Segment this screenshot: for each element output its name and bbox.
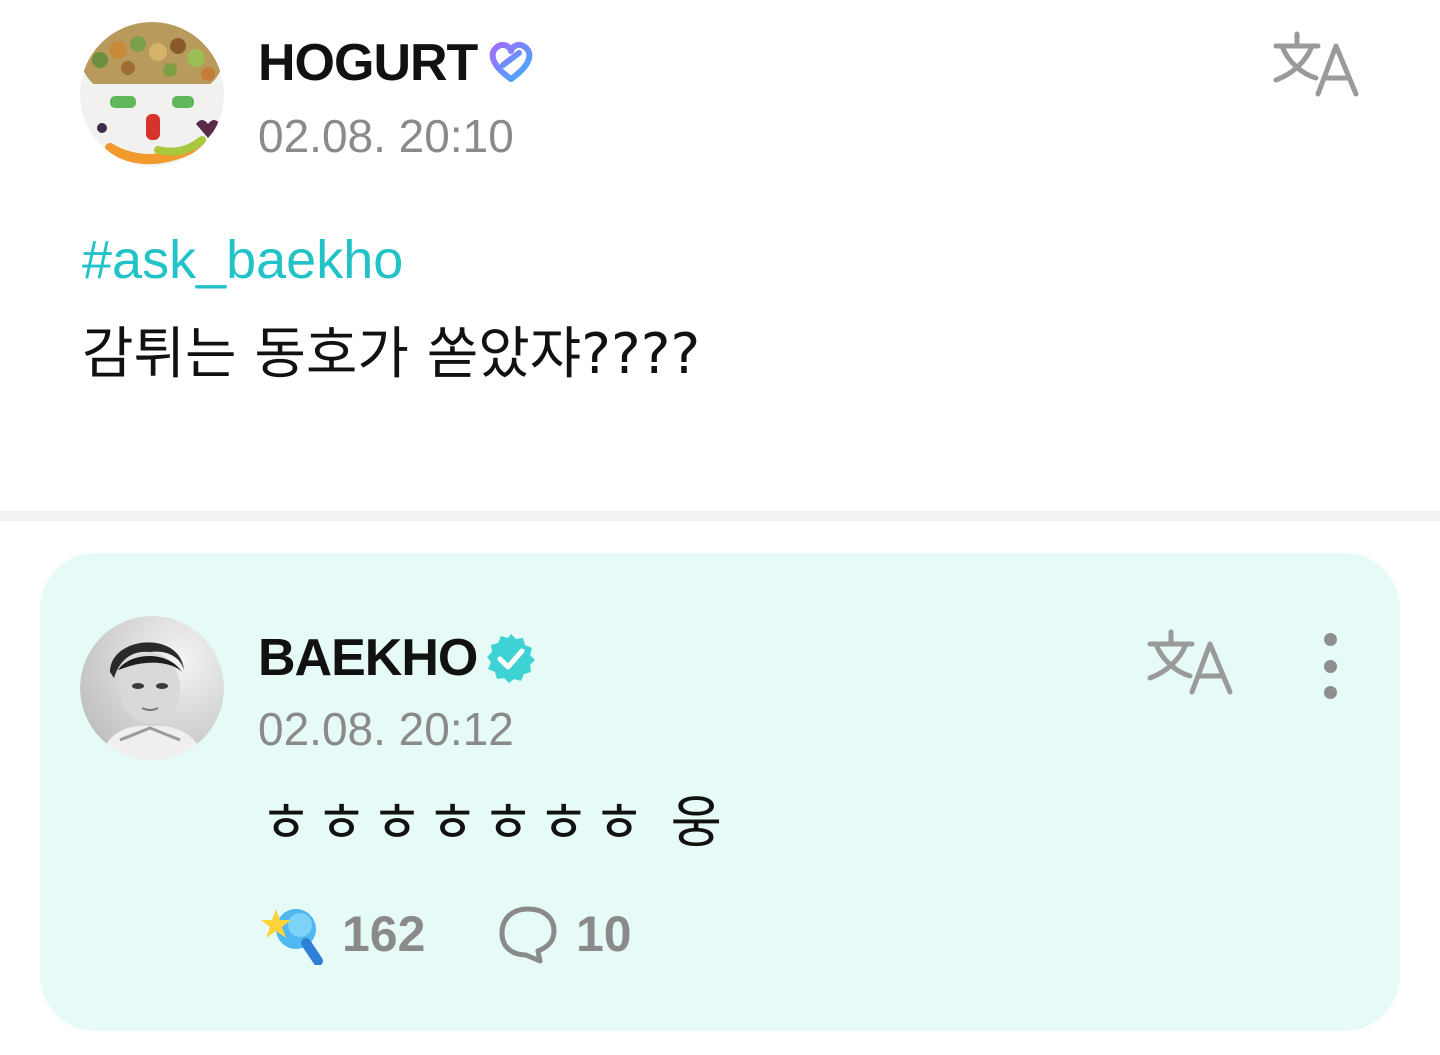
original-post: HOGURT 02.08. 20:10 #ask_baekho 감튀는 동호가 … xyxy=(0,0,1440,510)
yogurt-bowl-avatar-image xyxy=(80,22,224,166)
light-stick-icon xyxy=(261,909,323,965)
portrait-avatar-image xyxy=(80,616,224,760)
post-timestamp: 02.08. 20:10 xyxy=(258,110,514,162)
heart-membership-badge-icon xyxy=(489,41,533,82)
translate-icon[interactable] xyxy=(1146,628,1236,698)
post-body-text: 감튀는 동호가 쏟았쟈???? xyxy=(82,322,701,387)
like-button[interactable]: 162 xyxy=(258,903,425,965)
more-dot xyxy=(1323,633,1337,646)
more-dot xyxy=(1323,659,1337,673)
post-hashtag[interactable]: #ask_baekho xyxy=(82,228,403,292)
more-dot xyxy=(1323,686,1337,699)
reply-author-name[interactable]: BAEKHO xyxy=(258,627,478,689)
section-divider xyxy=(0,511,1440,521)
like-count: 162 xyxy=(342,906,426,962)
verified-badge-icon xyxy=(487,634,536,683)
translate-icon[interactable] xyxy=(1272,30,1362,100)
post-author-row: HOGURT xyxy=(258,32,537,94)
artist-reply-card[interactable]: BAEKHO 02.08. 20:12 ㅎㅎㅎㅎㅎㅎㅎ 웅 162 10 xyxy=(40,553,1400,1031)
more-options-icon[interactable] xyxy=(1310,633,1350,699)
speech-bubble-icon xyxy=(499,906,557,964)
reply-author-row: BAEKHO xyxy=(258,627,537,689)
comment-button[interactable]: 10 xyxy=(498,903,632,965)
reply-author-avatar[interactable] xyxy=(80,616,224,760)
post-author-avatar[interactable] xyxy=(80,22,224,166)
post-author-name[interactable]: HOGURT xyxy=(258,32,478,94)
reply-timestamp: 02.08. 20:12 xyxy=(258,703,514,755)
reply-body-text: ㅎㅎㅎㅎㅎㅎㅎ 웅 xyxy=(260,791,726,856)
comment-count: 10 xyxy=(576,906,632,962)
